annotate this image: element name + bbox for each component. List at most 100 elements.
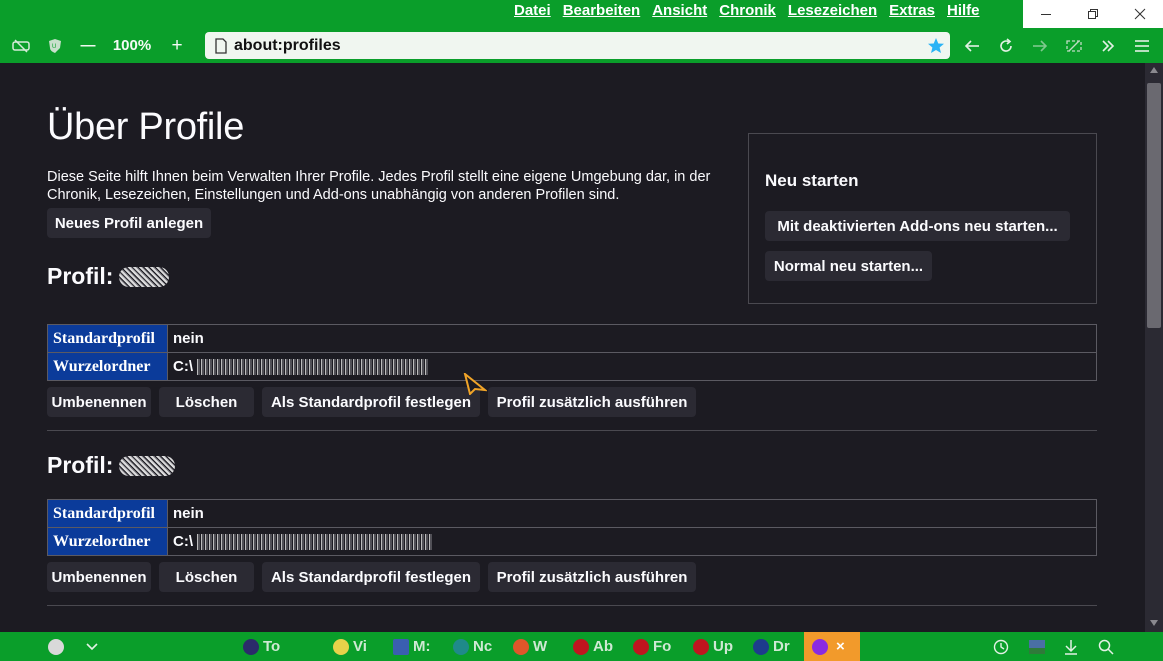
rename-profile-button[interactable]: Umbenennen [47,387,151,417]
taskbar-close-button[interactable]: × [836,638,845,655]
menu-lesezeichen[interactable]: Lesezeichen [788,2,877,19]
app-icon [393,638,409,655]
delete-profile-button[interactable]: Löschen [159,562,254,592]
downloads-button[interactable] [1063,632,1079,661]
table-row: Wurzelordner C:\ [47,527,1097,556]
scroll-down-icon[interactable] [1149,618,1159,628]
menu-bearbeiten[interactable]: Bearbeiten [563,2,641,19]
restart-without-addons-button[interactable]: Mit deaktivierten Add-ons neu starten... [765,211,1070,241]
taskbar-item[interactable]: M: [393,632,431,661]
root-folder-prefix: C:\ [173,532,193,550]
table-row: Standardprofil nein [47,324,1097,353]
profile-table: Standardprofil nein Wurzelordner C:\ [47,324,1097,381]
restart-heading: Neu starten [765,171,859,190]
taskbar-item[interactable]: Vi [333,632,367,661]
restart-normal-button[interactable]: Normal neu starten... [765,251,932,281]
redacted-profile-name [119,266,170,287]
landscape-icon [1029,639,1045,654]
minimize-button[interactable] [1023,0,1070,28]
taskbar-chevron-button[interactable] [85,632,99,661]
overflow-chevron-button[interactable] [1096,28,1120,63]
scrollbar-thumb[interactable] [1147,83,1161,328]
mouse-cursor-icon [463,373,487,395]
profile-separator [47,430,1097,431]
launch-profile-button[interactable]: Profil zusätzlich ausführen [488,387,696,417]
profile-table: Standardprofil nein Wurzelordner C:\ [47,499,1097,556]
zoom-in-button[interactable]: + [166,28,188,63]
bookmark-star-icon[interactable] [927,37,945,54]
cookie-icon [48,638,64,655]
taskbar-item[interactable]: Dr [753,632,790,661]
minimize-icon [1041,14,1052,15]
default-profile-value: nein [167,499,1097,528]
menu-datei[interactable]: Datei [514,2,551,19]
taskbar-item-label: W [533,638,548,655]
flame-icon [573,638,589,655]
arrow-right-icon [1033,39,1048,52]
set-default-profile-button[interactable]: Als Standardprofil festlegen [262,387,480,417]
set-default-profile-button[interactable]: Als Standardprofil festlegen [262,562,480,592]
default-profile-label: Standardprofil [47,499,168,528]
window-controls [1023,0,1163,28]
default-profile-value: nein [167,324,1097,353]
new-profile-button[interactable]: Neues Profil anlegen [47,208,211,238]
menu-hilfe[interactable]: Hilfe [947,2,980,19]
flame-icon [693,638,709,655]
back-button[interactable] [960,28,984,63]
search-button[interactable] [1098,632,1114,661]
root-folder-prefix: C:\ [173,357,193,375]
reload-button[interactable] [994,28,1018,63]
launch-profile-button[interactable]: Profil zusätzlich ausführen [488,562,696,592]
profile-heading: Profil: [47,263,170,290]
root-folder-value: C:\ [167,352,1097,381]
url-text[interactable]: about:profiles [234,37,341,55]
taskbar-item[interactable]: To [243,632,280,661]
profile-heading: Profil: [47,452,176,479]
taskbar-item-label: Up [713,638,733,655]
menu-button[interactable] [1130,28,1154,63]
default-profile-label: Standardprofil [47,324,168,353]
profile-separator [47,605,1097,606]
root-folder-label: Wurzelordner [47,527,168,556]
zoom-out-button[interactable]: — [78,28,98,63]
menu-chronik[interactable]: Chronik [719,2,776,19]
search-icon [1098,639,1114,655]
table-row: Wurzelordner C:\ [47,352,1097,381]
forward-button[interactable] [1028,28,1052,63]
taskbar-item-label: Dr [773,638,790,655]
shield-button[interactable]: U [44,28,66,63]
flower-icon [513,638,529,655]
shield-icon: U [49,38,61,53]
tracking-protection-button[interactable] [8,28,34,63]
address-bar[interactable]: about:profiles [205,32,950,59]
tray-app-button[interactable] [1028,632,1046,661]
page-intro: Diese Seite hilft Ihnen beim Verwalten I… [47,169,711,203]
taskbar-item[interactable]: Ab [573,632,613,661]
scroll-up-icon[interactable] [1149,65,1159,75]
taskbar-item[interactable]: Fo [633,632,671,661]
taskbar-item[interactable]: W [513,632,547,661]
clock-button[interactable] [993,632,1009,661]
table-row: Standardprofil nein [47,499,1097,528]
zoom-level[interactable]: 100% [104,28,160,63]
maximize-icon [1088,9,1098,19]
taskbar-item[interactable]: Nc [453,632,492,661]
nav-toolbar: U — 100% + about:profiles [0,28,1163,63]
delete-profile-button[interactable]: Löschen [159,387,254,417]
svg-text:U: U [52,44,56,50]
menu-items: Datei Bearbeiten Ansicht Chronik Lesezei… [514,2,992,19]
taskbar: To Vi M: Nc W Ab Fo Up Dr × [0,632,1163,661]
taskbar-item-label: Vi [353,638,367,655]
close-window-button[interactable] [1116,0,1163,28]
taskbar-item-firefox-active[interactable]: × [804,632,860,661]
redacted-path [197,359,430,376]
menu-ansicht[interactable]: Ansicht [652,2,707,19]
menu-extras[interactable]: Extras [889,2,935,19]
rename-profile-button[interactable]: Umbenennen [47,562,151,592]
maximize-button[interactable] [1070,0,1117,28]
redacted-profile-name [119,455,176,476]
profile-heading-label: Profil: [47,452,114,478]
taskbar-app-icon[interactable] [48,632,68,661]
taskbar-item[interactable]: Up [693,632,733,661]
screenshot-button[interactable] [1062,28,1086,63]
